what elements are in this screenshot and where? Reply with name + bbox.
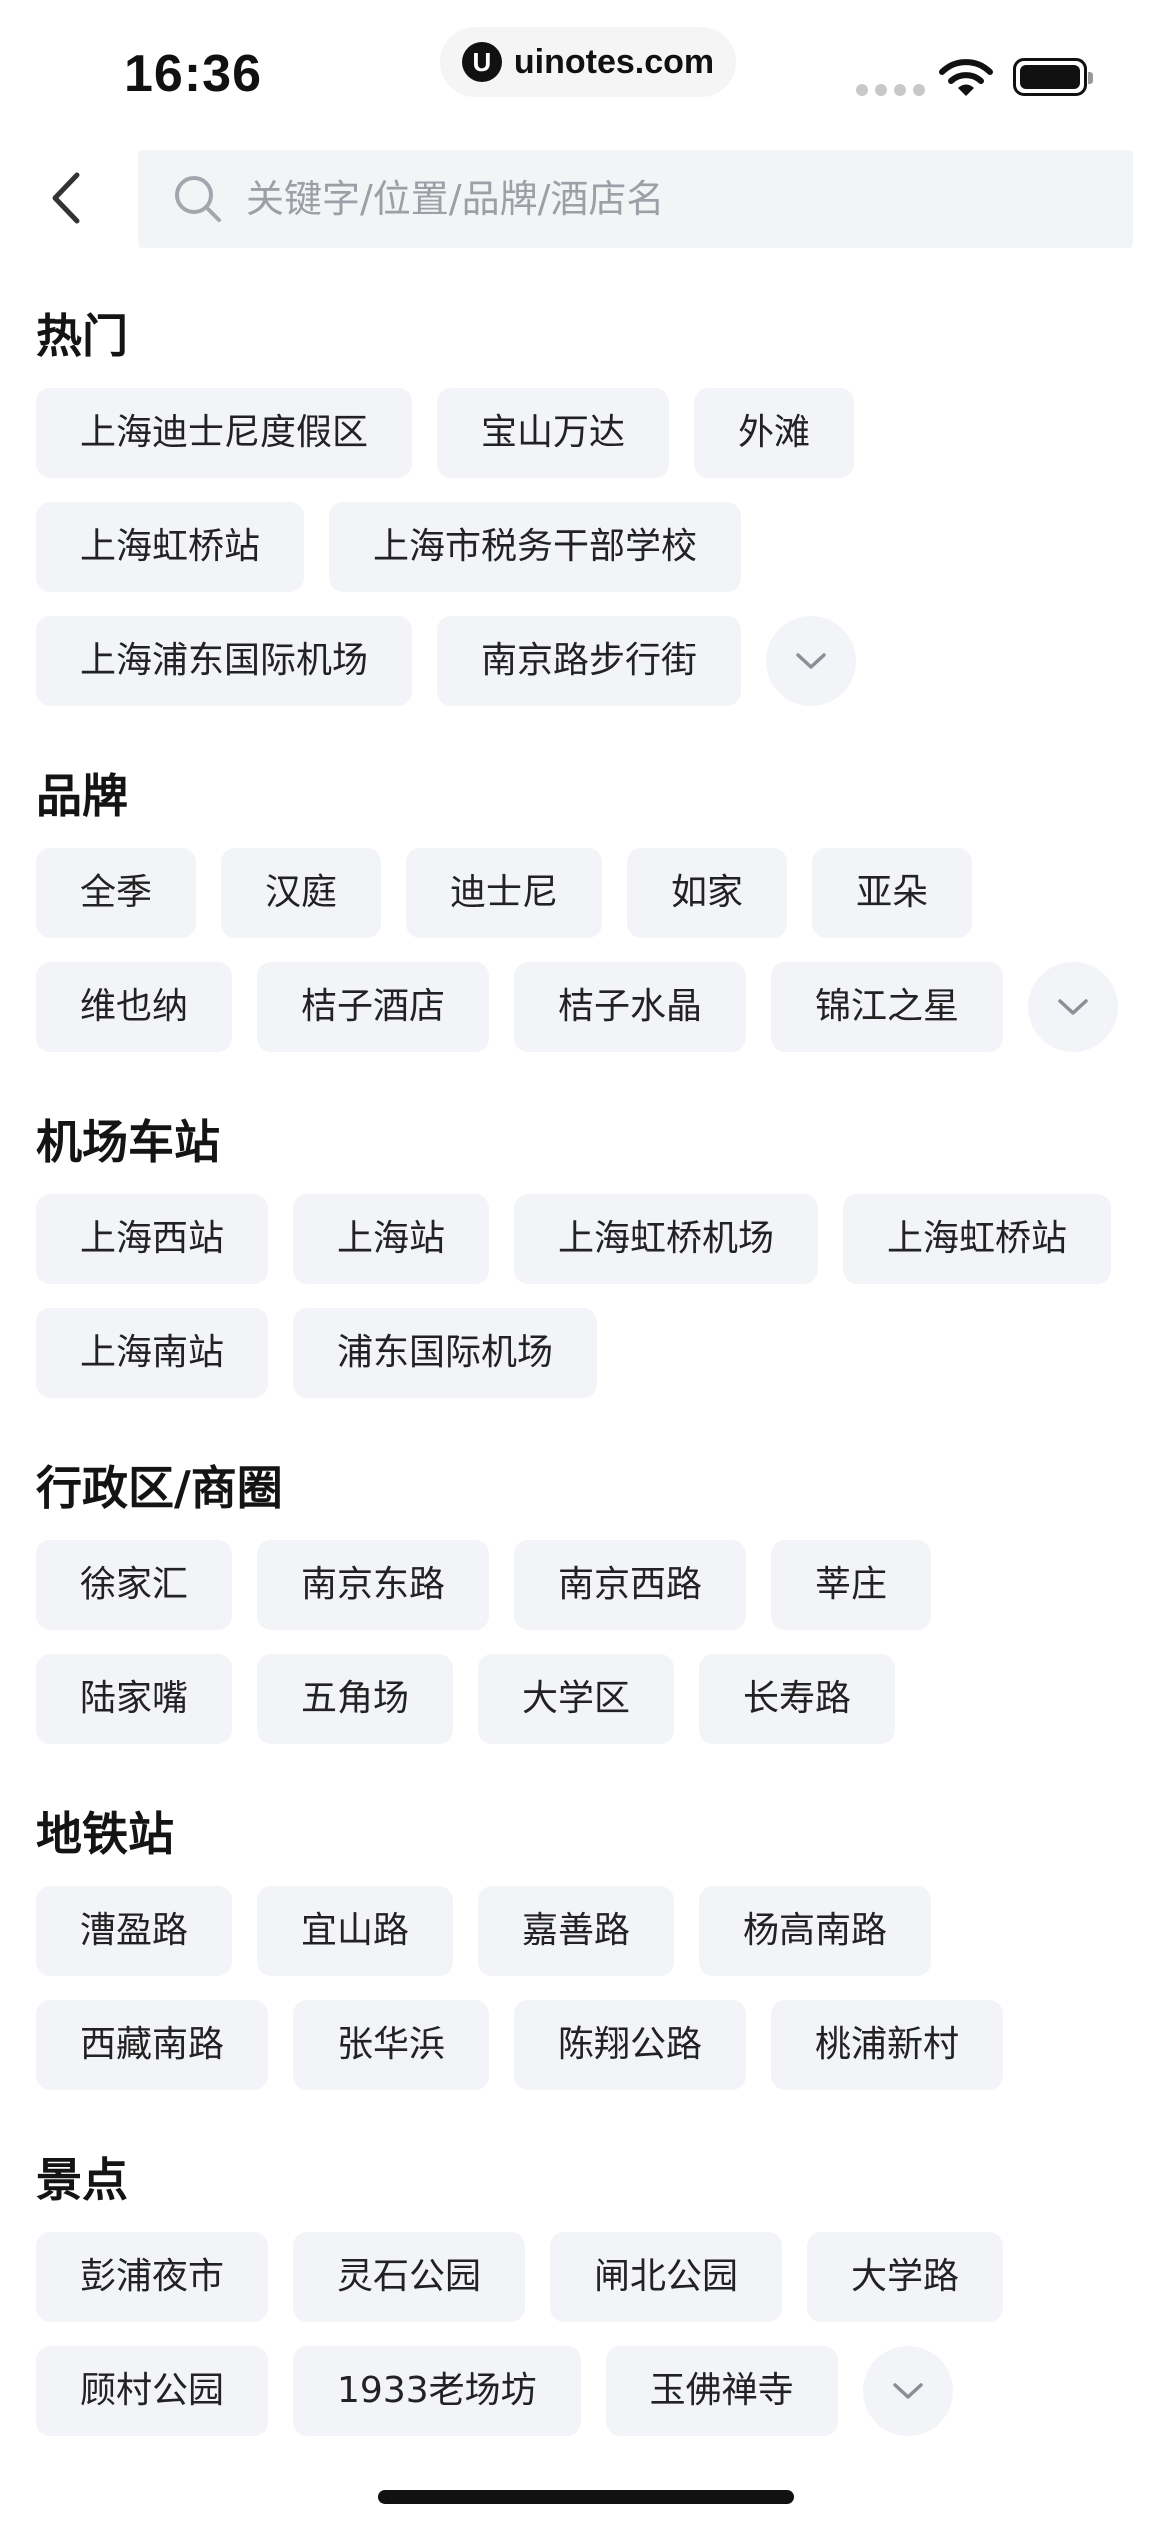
section-title: 景点 xyxy=(36,2153,128,2207)
chevron-left-icon xyxy=(52,172,80,224)
chip[interactable]: 宜山路 xyxy=(257,1886,454,1976)
chip[interactable]: 如家 xyxy=(627,848,788,938)
section-title: 热门 xyxy=(36,309,128,363)
chip[interactable]: 上海虹桥站 xyxy=(843,1194,1112,1284)
chip[interactable]: 南京东路 xyxy=(257,1540,490,1630)
section-title: 机场车站 xyxy=(36,1115,220,1169)
chip[interactable]: 上海浦东国际机场 xyxy=(36,616,413,706)
chip[interactable]: 灵石公园 xyxy=(293,2232,526,2322)
chip[interactable]: 上海西站 xyxy=(36,1194,269,1284)
chip[interactable]: 浦东国际机场 xyxy=(293,1308,598,1398)
chip[interactable]: 上海站 xyxy=(293,1194,490,1284)
section-airport-station: 机场车站 上海西站 上海站 上海虹桥机场 上海虹桥站上海南站 浦东国际机场 xyxy=(36,1112,1146,1398)
chip[interactable]: 五角场 xyxy=(257,1654,454,1744)
section-title: 地铁站 xyxy=(36,1807,174,1861)
chip[interactable]: 莘庄 xyxy=(771,1540,932,1630)
chip-list: 徐家汇 南京东路 南京西路 莘庄陆家嘴 五角场 大学区 长寿路 xyxy=(36,1540,1136,1744)
chip[interactable]: 大学区 xyxy=(478,1654,675,1744)
url-text: uinotes.com xyxy=(513,42,715,81)
chip-list: 全季 汉庭 迪士尼 如家 亚朵维也纳 桔子酒店 桔子水晶 锦江之星 xyxy=(36,848,1136,1052)
chip-list: 漕盈路 宜山路 嘉善路 杨高南路西藏南路 张华浜 陈翔公路 桃浦新村 xyxy=(36,1886,1136,2090)
section-hot: 热门 上海迪士尼度假区 宝山万达 外滩上海虹桥站 上海市税务干部学校上海浦东国际机场南… xyxy=(36,306,1146,706)
section-brand: 品牌 全季 汉庭 迪士尼 如家 亚朵维也纳 桔子酒店 桔子水晶 锦江之星 xyxy=(36,766,1146,1052)
chip[interactable]: 彭浦夜市 xyxy=(36,2232,269,2322)
section-attractions: 景点 彭浦夜市 灵石公园 闸北公园 大学路顾村公园 1933老场坊 玉佛禅寺 xyxy=(36,2150,1146,2436)
chip[interactable]: 上海虹桥机场 xyxy=(514,1194,819,1284)
chip[interactable]: 桔子酒店 xyxy=(257,962,490,1052)
status-bar: 16:36 U uinotes.com xyxy=(0,0,1170,140)
home-indicator xyxy=(378,2490,794,2504)
chip-list: 彭浦夜市 灵石公园 闸北公园 大学路顾村公园 1933老场坊 玉佛禅寺 xyxy=(36,2232,1136,2436)
chip[interactable]: 西藏南路 xyxy=(36,2000,269,2090)
chip[interactable]: 迪士尼 xyxy=(406,848,603,938)
chip[interactable]: 玉佛禅寺 xyxy=(605,2346,838,2436)
status-time: 16:36 xyxy=(124,45,262,103)
chip-list: 上海西站 上海站 上海虹桥机场 上海虹桥站上海南站 浦东国际机场 xyxy=(36,1194,1136,1398)
search-icon xyxy=(175,176,221,222)
expand-button[interactable] xyxy=(766,616,857,706)
search-box[interactable] xyxy=(138,150,1133,248)
section-metro: 地铁站 漕盈路 宜山路 嘉善路 杨高南路西藏南路 张华浜 陈翔公路 桃浦新村 xyxy=(36,1804,1146,2090)
back-button[interactable] xyxy=(36,160,96,236)
chevron-down-icon xyxy=(796,653,826,669)
chip[interactable]: 南京西路 xyxy=(514,1540,747,1630)
chip[interactable]: 宝山万达 xyxy=(437,388,670,478)
chip[interactable]: 杨高南路 xyxy=(699,1886,932,1976)
chevron-down-icon xyxy=(892,2383,923,2399)
section-district: 行政区/商圈 徐家汇 南京东路 南京西路 莘庄陆家嘴 五角场 大学区 长寿路 xyxy=(36,1458,1146,1744)
chip[interactable]: 徐家汇 xyxy=(36,1540,233,1630)
chip[interactable]: 汉庭 xyxy=(221,848,382,938)
chip[interactable]: 桃浦新村 xyxy=(771,2000,1004,2090)
chip[interactable]: 嘉善路 xyxy=(478,1886,675,1976)
search-suggestions: 热门 上海迪士尼度假区 宝山万达 外滩 上海虹桥站 上海市税务干部学校 上海浦东国际机场南… xyxy=(36,306,1146,2496)
chip[interactable]: 全季 xyxy=(36,848,197,938)
chip[interactable]: 大学路 xyxy=(807,2232,1004,2322)
chip[interactable]: 漕盈路 xyxy=(36,1886,233,1976)
expand-button[interactable] xyxy=(1028,962,1119,1052)
expand-button[interactable] xyxy=(862,2346,953,2436)
chip[interactable]: 南京路步行街 xyxy=(437,616,742,706)
chip[interactable]: 顾村公园 xyxy=(36,2346,269,2436)
chip[interactable]: 张华浜 xyxy=(293,2000,490,2090)
chip[interactable]: 上海迪士尼度假区 xyxy=(36,388,413,478)
chip[interactable]: 长寿路 xyxy=(699,1654,896,1744)
search-input[interactable] xyxy=(244,176,1108,222)
chip[interactable]: 亚朵 xyxy=(812,848,973,938)
chip[interactable]: 外滩 xyxy=(694,388,855,478)
site-logo-icon: U xyxy=(461,42,502,82)
chip[interactable]: 上海市税务干部学校 xyxy=(329,502,742,592)
chip[interactable]: 上海虹桥站 xyxy=(36,502,305,592)
battery-icon xyxy=(1013,58,1093,96)
chip[interactable]: 上海南站 xyxy=(36,1308,269,1398)
chip[interactable]: 陆家嘴 xyxy=(36,1654,233,1744)
cellular-signal-icon xyxy=(856,84,925,96)
section-title: 品牌 xyxy=(36,769,128,823)
chip[interactable]: 锦江之星 xyxy=(771,962,1004,1052)
chip[interactable]: 桔子水晶 xyxy=(514,962,747,1052)
section-title: 行政区/商圈 xyxy=(36,1461,283,1515)
chip-list: 上海迪士尼度假区 宝山万达 外滩上海虹桥站 上海市税务干部学校上海浦东国际机场 南京路步… xyxy=(36,388,1136,706)
chip[interactable]: 闸北公园 xyxy=(550,2232,783,2322)
chip[interactable]: 陈翔公路 xyxy=(514,2000,747,2090)
url-pill[interactable]: U uinotes.com xyxy=(440,27,736,97)
chip[interactable]: 1933老场坊 xyxy=(293,2346,581,2436)
wifi-icon xyxy=(939,59,993,96)
chevron-down-icon xyxy=(1058,999,1088,1015)
chip[interactable]: 维也纳 xyxy=(36,962,233,1052)
